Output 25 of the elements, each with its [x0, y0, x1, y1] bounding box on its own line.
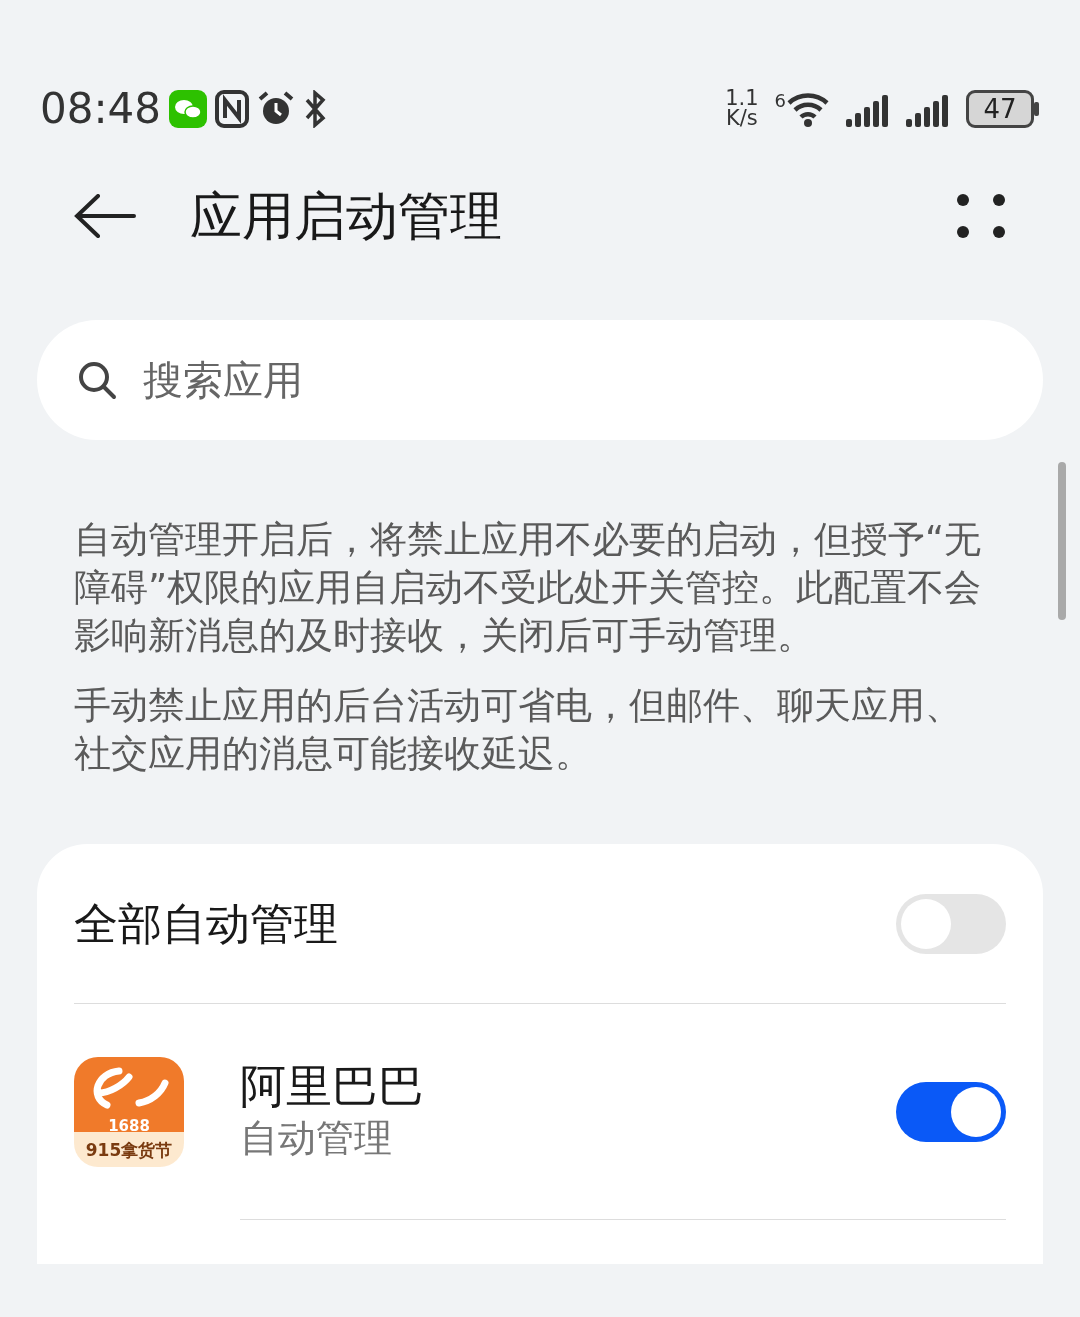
back-arrow-icon	[74, 194, 136, 238]
nfc-icon	[215, 90, 250, 128]
app-icon-caption: 915拿货节	[85, 1141, 173, 1159]
battery-level: 47	[966, 90, 1034, 128]
network-speed: 1.1	[725, 89, 759, 109]
back-button[interactable]	[74, 194, 136, 238]
app-status: 自动管理	[240, 1115, 393, 1163]
description-text: 手动禁止应用的后台活动可省电，但邮件、聊天应用、社交应用的消息可能接收延迟。	[73, 683, 963, 777]
chat-icon	[169, 90, 208, 128]
wifi-icon	[786, 91, 830, 127]
app-icon-number: 1688	[108, 1118, 150, 1134]
search-field[interactable]: 搜索应用	[141, 349, 1003, 411]
search-bar[interactable]: 搜索应用	[37, 320, 1043, 440]
description-text: 自动管理开启后，将禁止应用不必要的启动，但授予“无障碍”权限的应用自启动不受此处开关管控。此配置不会影响新消息的及时接收，关闭后可手动管理。	[73, 517, 983, 659]
setting-label: 全部自动管理	[74, 896, 338, 951]
bluetooth-icon	[303, 90, 328, 128]
app-name: 阿里巴巴	[240, 1059, 424, 1115]
network-speed-unit: K/s	[725, 109, 759, 129]
battery-tip-icon	[1034, 102, 1040, 116]
more-button[interactable]	[956, 193, 1006, 239]
more-dots-icon	[956, 193, 1006, 239]
wifi-label: 6	[774, 89, 786, 113]
page-title: 应用启动管理	[190, 185, 502, 248]
search-icon	[77, 360, 117, 400]
clock-time: 08:48	[40, 88, 162, 130]
